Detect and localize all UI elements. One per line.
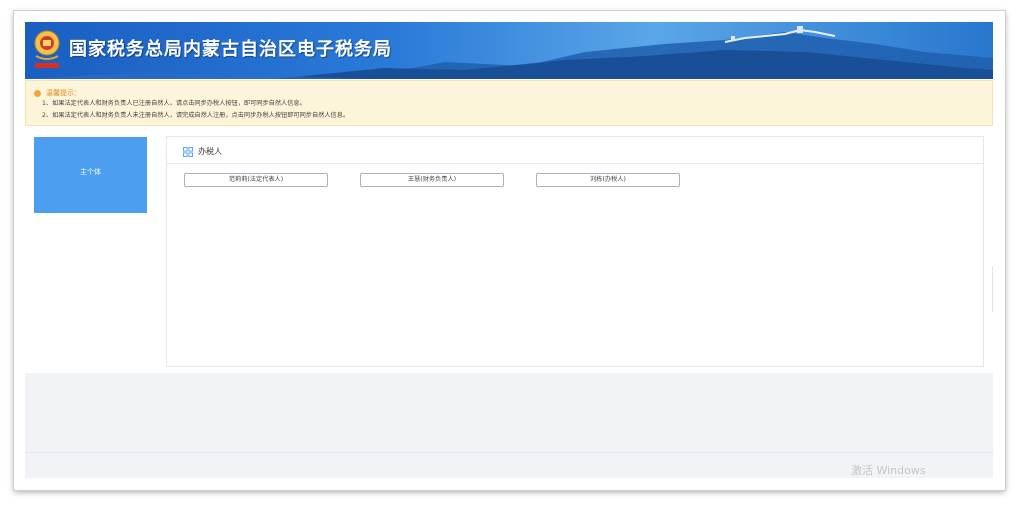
- panel-title: 办税人: [198, 147, 222, 156]
- notice-line-2: 2、如果法定代表人和财务负责人未注册自然人，请完成自然人注册，点击同步办税人按钮…: [42, 112, 350, 119]
- footer-area: [25, 373, 993, 478]
- scrollbar-edge[interactable]: [989, 266, 993, 312]
- tax-emblem-icon: [34, 30, 60, 68]
- grid-icon: [183, 147, 193, 157]
- person-button-tax-handler[interactable]: 刘栋(办税人): [536, 173, 680, 187]
- tax-handler-panel: 办税人 范莉莉(法定代表人) 王慧(财务负责人) 刘栋(办税人): [166, 136, 984, 367]
- notice-heading: 温馨提示：: [34, 88, 81, 98]
- notice-title: 温馨提示：: [46, 89, 81, 97]
- windows-activation-watermark: 激活 Windows: [851, 464, 926, 477]
- site-title: 国家税务总局内蒙古自治区电子税务局: [69, 39, 392, 60]
- sidebar-item-main-entity[interactable]: 主个体: [34, 137, 147, 213]
- notice-line-1: 1、如果法定代表人和财务负责人已注册自然人，请点击同步办税人按钮，即可同步自然人…: [42, 100, 306, 107]
- site-banner: 国家税务总局内蒙古自治区电子税务局: [25, 22, 993, 79]
- person-button-legal-representative[interactable]: 范莉莉(法定代表人): [184, 173, 328, 187]
- person-button-finance-manager[interactable]: 王慧(财务负责人): [360, 173, 504, 187]
- footer-divider: [25, 452, 993, 453]
- warning-dot-icon: [34, 89, 41, 97]
- panel-header: 办税人: [167, 137, 983, 164]
- browser-window: 国家税务总局内蒙古自治区电子税务局 温馨提示： 1、如果法定代表人和财务负责人已…: [14, 11, 1005, 490]
- notice-box: 温馨提示： 1、如果法定代表人和财务负责人已注册自然人，请点击同步办税人按钮，即…: [25, 80, 993, 126]
